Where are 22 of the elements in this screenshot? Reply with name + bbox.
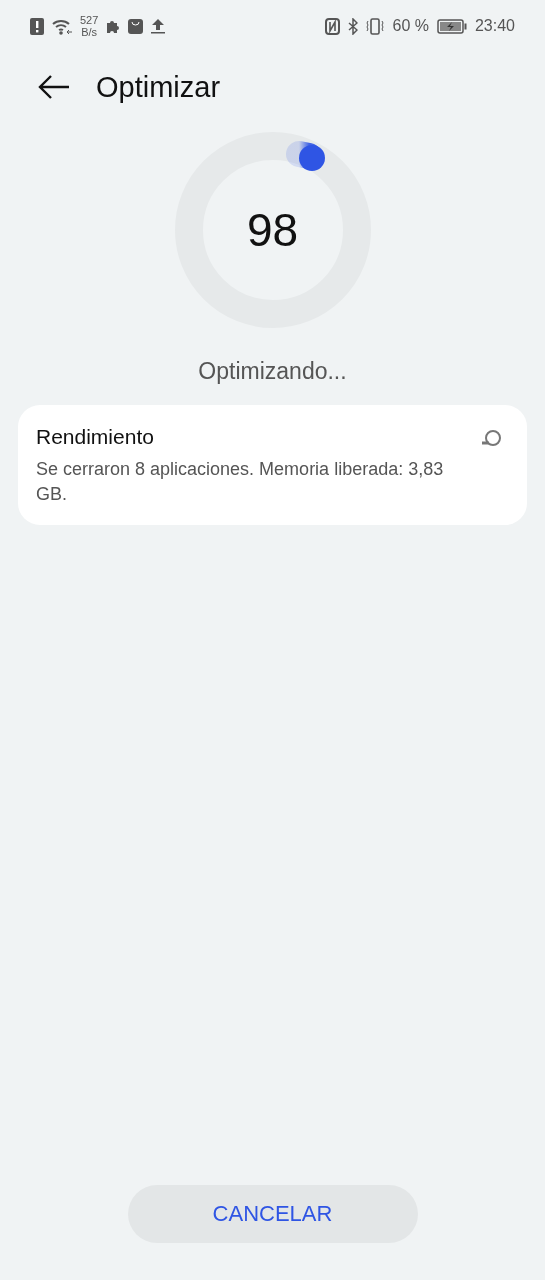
bluetooth-icon bbox=[348, 17, 359, 35]
clock: 23:40 bbox=[474, 17, 515, 35]
puzzle-icon bbox=[106, 19, 121, 33]
wifi-icon bbox=[52, 17, 72, 35]
score-value: 98 bbox=[245, 204, 300, 256]
network-speed: 527 bbox=[80, 14, 99, 26]
battery-percent: 60 % bbox=[392, 17, 429, 35]
card-title: Rendimiento bbox=[36, 425, 154, 449]
page-title: Optimizar bbox=[96, 70, 221, 104]
upload-icon bbox=[151, 18, 166, 34]
back-arrow-icon bbox=[38, 74, 70, 100]
network-speed-unit: B/s bbox=[81, 26, 98, 38]
refresh-icon bbox=[480, 429, 502, 449]
cancel-button[interactable]: CANCELAR bbox=[127, 1185, 418, 1243]
card-description: Se cerraron 8 aplicaciones. Memoria liberada: 3,83 GB. bbox=[36, 458, 445, 506]
app-store-icon bbox=[128, 18, 144, 34]
nfc-icon bbox=[325, 17, 341, 35]
alert-icon bbox=[30, 17, 44, 35]
back-button[interactable] bbox=[38, 74, 70, 100]
battery-charging-icon bbox=[436, 18, 467, 34]
status-text: Optimizando... bbox=[198, 358, 347, 385]
vibrate-icon bbox=[366, 17, 385, 35]
